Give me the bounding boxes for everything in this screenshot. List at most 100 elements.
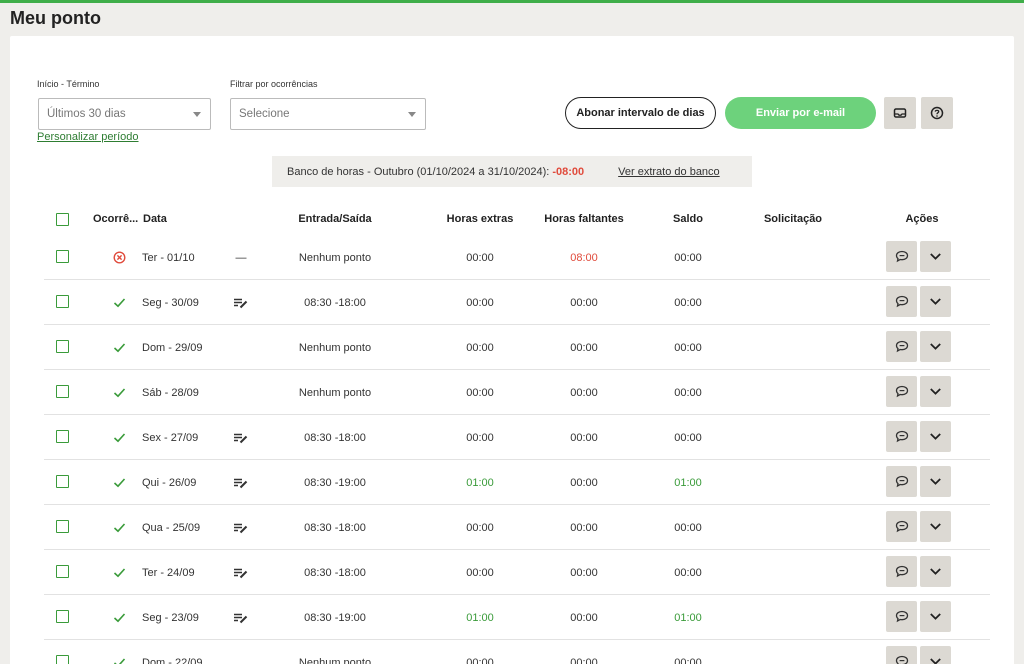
expand-row-button[interactable]: [920, 466, 951, 497]
expand-row-button[interactable]: [920, 556, 951, 587]
row-date: Dom - 22/09: [142, 656, 203, 664]
row-checkbox[interactable]: [56, 475, 69, 488]
chevron-down-icon: [408, 112, 416, 117]
row-missing-hours: 00:00: [570, 656, 598, 664]
row-checkbox[interactable]: [56, 250, 69, 263]
chat-bubble-icon: [895, 385, 909, 398]
comment-button[interactable]: [886, 286, 917, 317]
expand-row-button[interactable]: [920, 601, 951, 632]
chat-bubble-icon: [895, 340, 909, 353]
expand-row-button[interactable]: [920, 241, 951, 272]
expand-row-button[interactable]: [920, 646, 951, 664]
chat-bubble-icon: [895, 520, 909, 533]
row-extra-hours: 00:00: [466, 431, 494, 444]
header-balance[interactable]: Saldo: [638, 213, 738, 225]
check-icon: [111, 640, 127, 664]
row-date: Ter - 24/09: [142, 566, 195, 579]
row-checkbox[interactable]: [56, 295, 69, 308]
table-row: Ter - 01/10 — Nenhum ponto 00:00 08:00 00:00: [10, 235, 1014, 280]
row-entry-exit: 08:30 -19:00: [304, 476, 366, 489]
row-date: Qui - 26/09: [142, 476, 197, 489]
help-circle-icon: [930, 106, 944, 120]
chevron-down-icon: [929, 342, 942, 351]
row-balance: 00:00: [674, 296, 702, 309]
occurrence-filter-select[interactable]: Selecione: [230, 98, 426, 130]
table-row: Sáb - 28/09 Nenhum ponto 00:00 00:00 00:00: [10, 370, 1014, 415]
table-row: Ter - 24/09 08:30 -18:00 00:00 00:00 00:00: [10, 550, 1014, 595]
edit-lines-icon[interactable]: [232, 280, 250, 325]
bank-statement-link[interactable]: Ver extrato do banco: [618, 166, 720, 178]
period-select[interactable]: Últimos 30 dias: [38, 98, 211, 130]
header-missing-hours[interactable]: Horas faltantes: [534, 213, 634, 225]
comment-button[interactable]: [886, 646, 917, 664]
edit-lines-icon[interactable]: [232, 595, 250, 640]
chat-bubble-icon: [895, 610, 909, 623]
row-entry-exit: 08:30 -18:00: [304, 296, 366, 309]
customize-period-link[interactable]: Personalizar período: [37, 131, 139, 143]
chevron-down-icon: [929, 477, 942, 486]
send-email-button[interactable]: Enviar por e-mail: [725, 97, 876, 129]
chevron-down-icon: [929, 297, 942, 306]
row-balance: 00:00: [674, 431, 702, 444]
comment-button[interactable]: [886, 331, 917, 362]
row-date: Qua - 25/09: [142, 521, 201, 534]
row-checkbox[interactable]: [56, 655, 69, 664]
edit-lines-icon[interactable]: [232, 460, 250, 505]
select-all-checkbox[interactable]: [56, 213, 69, 226]
help-button[interactable]: [921, 97, 953, 129]
row-missing-hours: 08:00: [570, 251, 598, 264]
row-balance: 00:00: [674, 566, 702, 579]
edit-lines-icon[interactable]: [232, 505, 250, 550]
header-request[interactable]: Solicitação: [743, 213, 843, 225]
comment-button[interactable]: [886, 466, 917, 497]
row-missing-hours: 00:00: [570, 431, 598, 444]
comment-button[interactable]: [886, 556, 917, 587]
row-missing-hours: 00:00: [570, 476, 598, 489]
expand-row-button[interactable]: [920, 421, 951, 452]
row-checkbox[interactable]: [56, 520, 69, 533]
row-checkbox[interactable]: [56, 565, 69, 578]
expand-row-button[interactable]: [920, 511, 951, 542]
row-extra-hours: 00:00: [466, 656, 494, 664]
edit-lines-icon[interactable]: [232, 550, 250, 595]
period-label: Início - Término: [37, 79, 100, 89]
chevron-down-icon: [929, 387, 942, 396]
row-checkbox[interactable]: [56, 430, 69, 443]
check-icon: [111, 415, 127, 460]
edit-lines-icon[interactable]: [232, 415, 250, 460]
row-extra-hours: 00:00: [466, 566, 494, 579]
row-extra-hours: 00:00: [466, 521, 494, 534]
header-occurrence[interactable]: Ocorrê...: [93, 213, 138, 225]
row-missing-hours: 00:00: [570, 386, 598, 399]
comment-button[interactable]: [886, 421, 917, 452]
chat-bubble-icon: [895, 250, 909, 263]
chevron-down-icon: [929, 657, 942, 664]
expand-row-button[interactable]: [920, 331, 951, 362]
row-checkbox[interactable]: [56, 385, 69, 398]
comment-button[interactable]: [886, 241, 917, 272]
row-checkbox[interactable]: [56, 610, 69, 623]
abonar-intervalo-button[interactable]: Abonar intervalo de dias: [565, 97, 716, 129]
row-date: Seg - 23/09: [142, 611, 199, 624]
row-entry-exit: 08:30 -18:00: [304, 521, 366, 534]
comment-button[interactable]: [886, 511, 917, 542]
row-balance: 00:00: [674, 341, 702, 354]
inbox-button[interactable]: [884, 97, 916, 129]
comment-button[interactable]: [886, 601, 917, 632]
header-date[interactable]: Data: [143, 213, 167, 225]
row-checkbox[interactable]: [56, 340, 69, 353]
chat-bubble-icon: [895, 565, 909, 578]
expand-row-button[interactable]: [920, 376, 951, 407]
header-entry-exit[interactable]: Entrada/Saída: [285, 213, 385, 225]
row-date: Sex - 27/09: [142, 431, 199, 444]
chat-bubble-icon: [895, 655, 909, 664]
circle-x-icon: [111, 235, 127, 280]
comment-button[interactable]: [886, 376, 917, 407]
inbox-icon: [893, 108, 907, 118]
table-header: Ocorrê... Data Entrada/Saída Horas extra…: [10, 213, 1014, 235]
header-extra-hours[interactable]: Horas extras: [430, 213, 530, 225]
expand-row-button[interactable]: [920, 286, 951, 317]
occurrence-filter-label: Filtrar por ocorrências: [230, 79, 318, 89]
no-punch-dash: —: [235, 251, 247, 264]
row-balance: 00:00: [674, 521, 702, 534]
